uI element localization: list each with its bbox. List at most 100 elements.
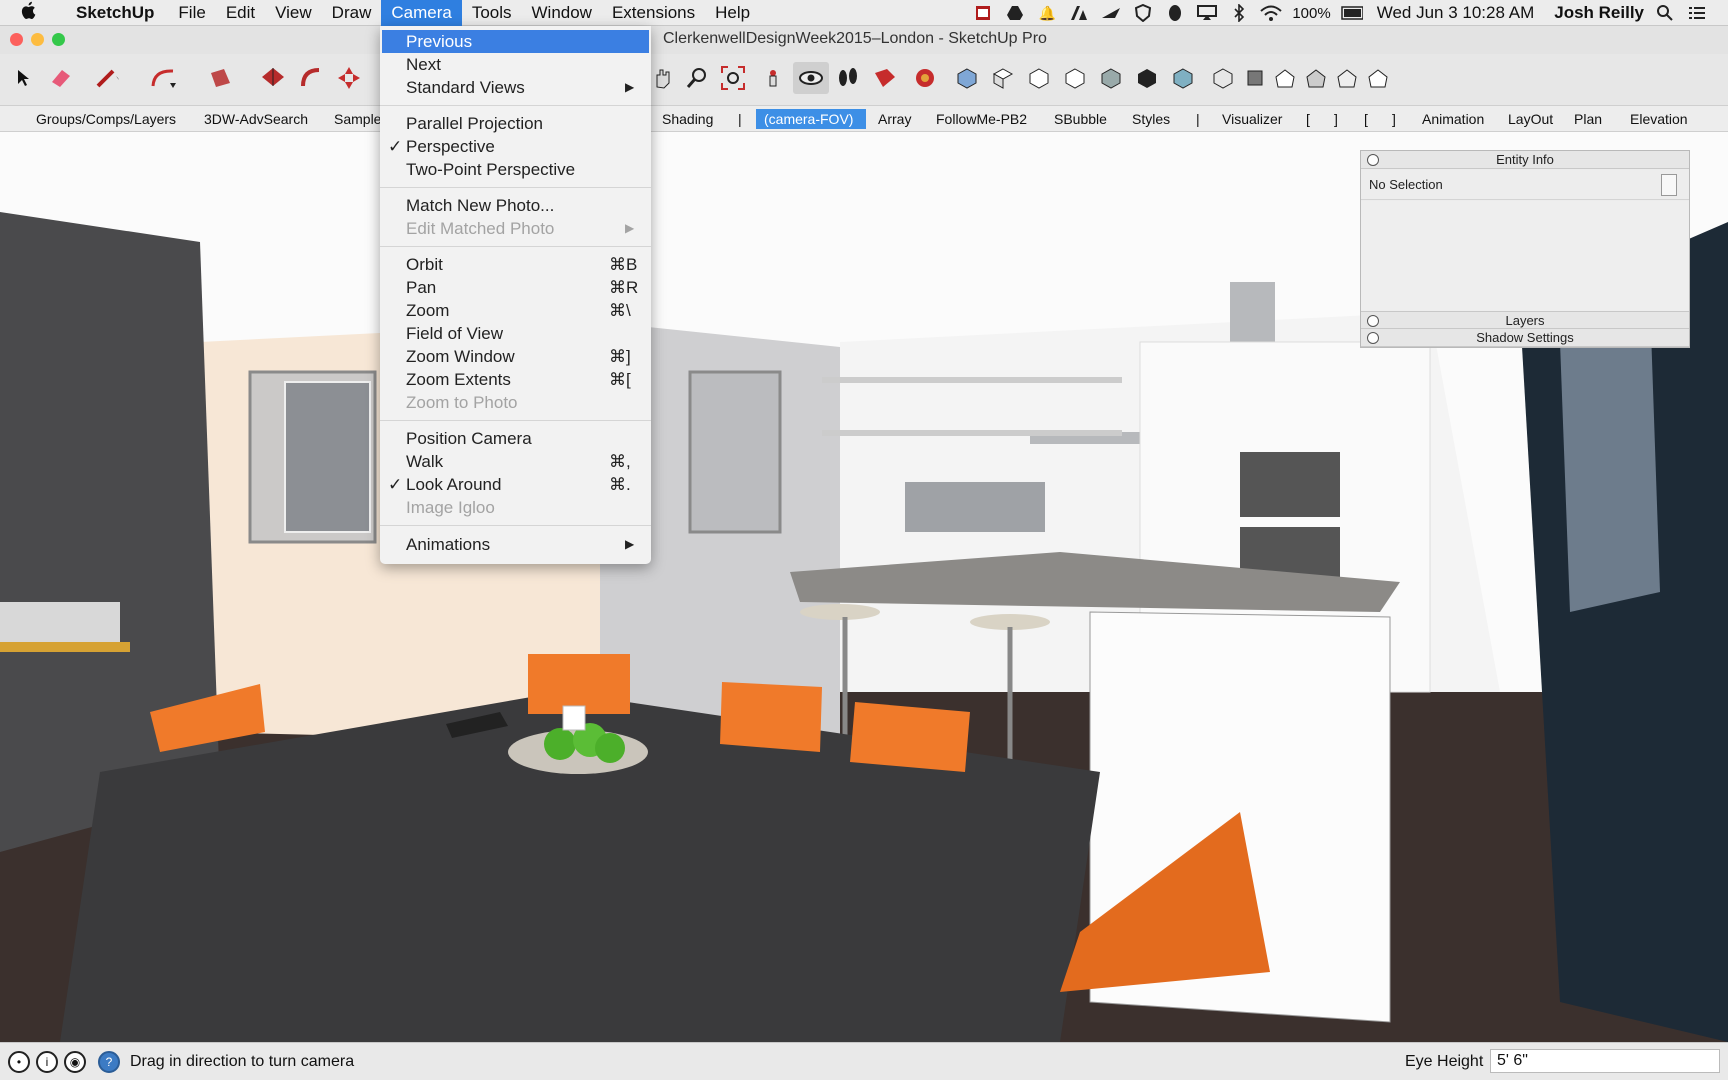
menu-item-zoom-window[interactable]: Zoom Window ⌘]: [382, 345, 649, 368]
push-pull-icon[interactable]: [258, 62, 288, 94]
shadow-settings-header[interactable]: Shadow Settings: [1361, 329, 1689, 347]
zoom-icon[interactable]: [682, 62, 712, 94]
wireframe-icon[interactable]: [1240, 62, 1270, 94]
menu-app-sketchup[interactable]: SketchUp: [66, 0, 164, 26]
section-plane-icon[interactable]: [870, 62, 900, 94]
notification-center-icon[interactable]: [1686, 4, 1708, 22]
eye-height-input[interactable]: 5' 6": [1490, 1049, 1720, 1073]
user-name[interactable]: Josh Reilly: [1554, 3, 1644, 23]
select-arrow-icon[interactable]: [8, 62, 38, 94]
move-icon[interactable]: [334, 62, 364, 94]
screen-recorder-icon[interactable]: [972, 4, 994, 22]
menu-item-standard-views[interactable]: Standard Views ▶: [382, 76, 649, 99]
menu-tools[interactable]: Tools: [462, 0, 522, 26]
close-window-button[interactable]: [10, 33, 23, 46]
entity-toggle-details-icon[interactable]: [1661, 174, 1677, 196]
menu-file[interactable]: File: [168, 0, 215, 26]
tab-layout[interactable]: LayOut: [1500, 109, 1561, 129]
view-bottom-icon[interactable]: [1168, 62, 1198, 94]
panel-collapse-icon[interactable]: [1367, 332, 1379, 344]
pan-hand-icon[interactable]: [648, 62, 678, 94]
menu-item-zoom[interactable]: Zoom ⌘\: [382, 299, 649, 322]
tab-plan[interactable]: Plan: [1566, 109, 1610, 129]
arc-icon[interactable]: [148, 62, 178, 94]
tab-array[interactable]: Array: [870, 109, 919, 129]
shield-icon[interactable]: [1132, 4, 1154, 22]
panel-collapse-icon[interactable]: [1367, 154, 1379, 166]
notification-bell-icon[interactable]: 🔔: [1036, 4, 1058, 22]
menu-draw[interactable]: Draw: [322, 0, 382, 26]
panel-collapse-icon[interactable]: [1367, 315, 1379, 327]
layers-panel-header[interactable]: Layers: [1361, 311, 1689, 329]
wifi-icon[interactable]: [1260, 4, 1283, 22]
entity-info-header[interactable]: Entity Info: [1361, 151, 1689, 169]
pencil-icon[interactable]: [92, 62, 122, 94]
help-icon[interactable]: ?: [98, 1051, 120, 1073]
airplay-icon[interactable]: [1196, 4, 1218, 22]
tab-visualizer[interactable]: Visualizer: [1214, 109, 1290, 129]
menu-help[interactable]: Help: [705, 0, 760, 26]
tab-3dw-advsearch[interactable]: 3DW-AdvSearch: [196, 109, 316, 129]
apple-icon[interactable]: [20, 1, 50, 25]
menu-camera[interactable]: Camera: [381, 0, 462, 26]
credits-icon[interactable]: i: [36, 1051, 58, 1073]
look-around-icon[interactable]: [793, 62, 829, 94]
wing-icon[interactable]: [1100, 4, 1122, 22]
model-viewport[interactable]: Entity Info No Selection Layers Shadow S…: [0, 132, 1728, 1042]
menu-item-walk[interactable]: Walk ⌘,: [382, 450, 649, 473]
view-left-icon[interactable]: [1132, 62, 1162, 94]
tab-styles[interactable]: Styles: [1124, 109, 1178, 129]
view-back-icon[interactable]: [1096, 62, 1126, 94]
hidden-line-icon[interactable]: [1270, 62, 1300, 94]
zoom-extents-icon[interactable]: [718, 62, 748, 94]
menu-item-animations[interactable]: Animations ▶: [382, 533, 649, 556]
tab-shading[interactable]: Shading: [654, 109, 721, 129]
menu-item-match-new-photo[interactable]: Match New Photo...: [382, 194, 649, 217]
menu-extensions[interactable]: Extensions: [602, 0, 705, 26]
menu-item-orbit[interactable]: Orbit ⌘B: [382, 253, 649, 276]
menu-item-two-point-perspective[interactable]: Two-Point Perspective: [382, 158, 649, 181]
battery-icon[interactable]: [1340, 4, 1363, 22]
tab-camera-fov[interactable]: (camera-FOV): [756, 109, 866, 129]
user-account-icon[interactable]: ◉: [64, 1051, 86, 1073]
menu-item-zoom-extents[interactable]: Zoom Extents ⌘[: [382, 368, 649, 391]
menu-item-perspective[interactable]: ✓ Perspective: [382, 135, 649, 158]
tab-bracket-open[interactable]: [: [1356, 109, 1376, 129]
tab-followme-pb2[interactable]: FollowMe-PB2: [928, 109, 1035, 129]
menu-item-pan[interactable]: Pan ⌘R: [382, 276, 649, 299]
menu-window[interactable]: Window: [522, 0, 602, 26]
tab-sbubble[interactable]: SBubble: [1046, 109, 1115, 129]
xray-icon[interactable]: [1208, 62, 1238, 94]
menu-item-parallel-projection[interactable]: Parallel Projection: [382, 112, 649, 135]
follow-me-icon[interactable]: [296, 62, 326, 94]
view-front-icon[interactable]: [1024, 62, 1054, 94]
spotlight-search-icon[interactable]: [1654, 4, 1676, 22]
menu-item-look-around[interactable]: ✓ Look Around ⌘.: [382, 473, 649, 496]
tab-bracket-close[interactable]: ]: [1384, 109, 1404, 129]
bluetooth-icon[interactable]: [1228, 4, 1250, 22]
tab-bracket-close[interactable]: ]: [1326, 109, 1346, 129]
clock[interactable]: Wed Jun 3 10:28 AM: [1377, 3, 1535, 23]
evernote-icon[interactable]: [1164, 4, 1186, 22]
drive-icon[interactable]: [1004, 4, 1026, 22]
warehouse-icon[interactable]: [910, 62, 940, 94]
view-iso-icon[interactable]: [952, 62, 982, 94]
tab-bracket-open[interactable]: [: [1298, 109, 1318, 129]
eraser-icon[interactable]: [46, 62, 76, 94]
zoom-window-button[interactable]: [52, 33, 65, 46]
menu-item-next[interactable]: Next: [382, 53, 649, 76]
menu-edit[interactable]: Edit: [216, 0, 265, 26]
shaded-icon[interactable]: [1301, 62, 1331, 94]
tab-groups-comps-layers[interactable]: Groups/Comps/Layers: [28, 109, 184, 129]
menu-view[interactable]: View: [265, 0, 322, 26]
walk-icon[interactable]: [833, 62, 863, 94]
menu-item-field-of-view[interactable]: Field of View: [382, 322, 649, 345]
minimize-window-button[interactable]: [31, 33, 44, 46]
tab-elevation[interactable]: Elevation: [1622, 109, 1696, 129]
menu-item-previous[interactable]: Previous: [382, 30, 649, 53]
rectangle-icon[interactable]: [206, 62, 236, 94]
adobe-icon[interactable]: [1068, 4, 1090, 22]
view-top-icon[interactable]: [988, 62, 1018, 94]
tab-animation[interactable]: Animation: [1414, 109, 1492, 129]
position-camera-icon[interactable]: [758, 62, 788, 94]
